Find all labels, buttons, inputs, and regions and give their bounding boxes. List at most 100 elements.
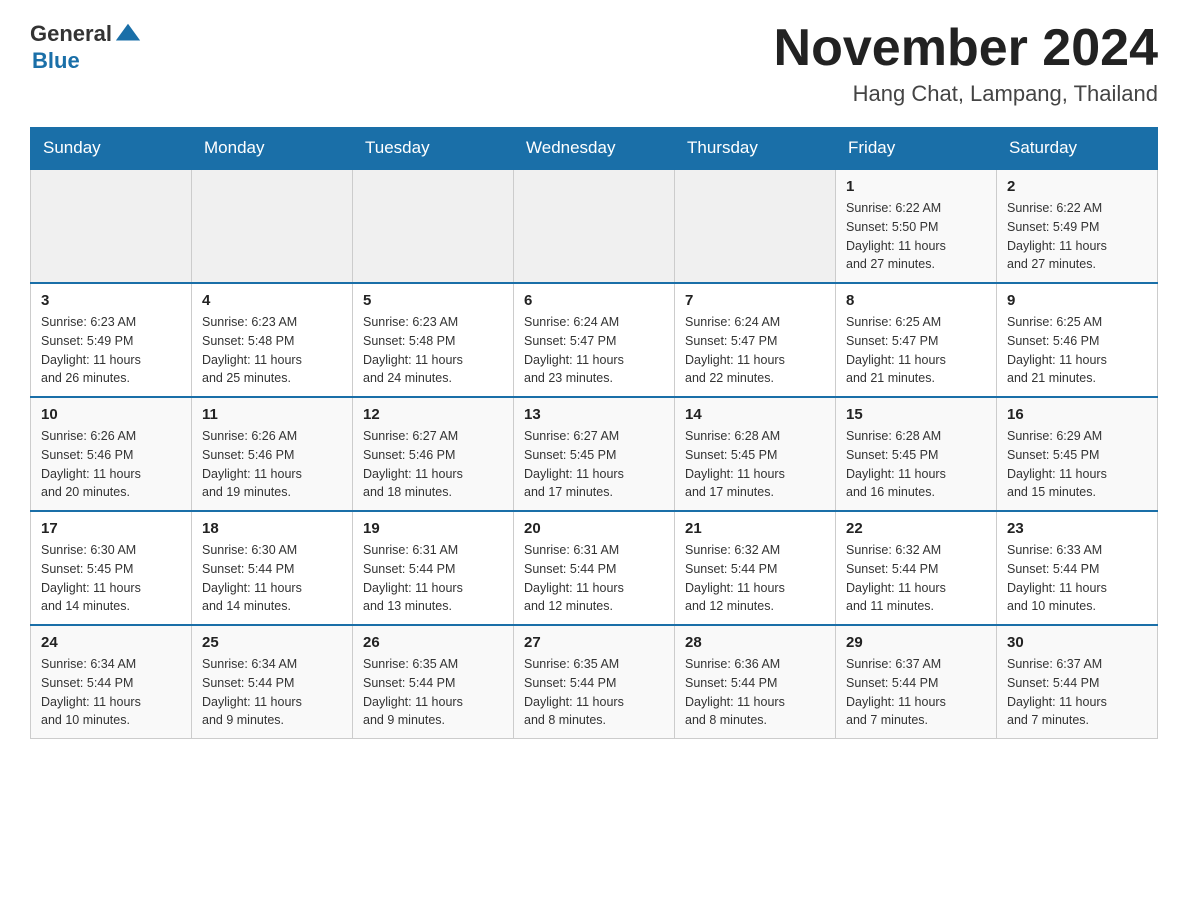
day-number: 17: [41, 520, 181, 537]
day-info: Sunrise: 6:25 AMSunset: 5:47 PMDaylight:…: [846, 313, 986, 388]
logo: General Blue: [30, 20, 144, 74]
week-row-3: 10 Sunrise: 6:26 AMSunset: 5:46 PMDayligh…: [31, 397, 1158, 511]
day-number: 16: [1007, 406, 1147, 423]
day-number: 14: [685, 406, 825, 423]
day-number: 12: [363, 406, 503, 423]
day-info: Sunrise: 6:22 AMSunset: 5:49 PMDaylight:…: [1007, 199, 1147, 274]
calendar-cell: [192, 169, 353, 283]
calendar-cell: 3 Sunrise: 6:23 AMSunset: 5:49 PMDaylight…: [31, 283, 192, 397]
day-info: Sunrise: 6:30 AMSunset: 5:45 PMDaylight:…: [41, 541, 181, 616]
location-title: Hang Chat, Lampang, Thailand: [774, 81, 1158, 107]
day-number: 9: [1007, 292, 1147, 309]
day-info: Sunrise: 6:37 AMSunset: 5:44 PMDaylight:…: [846, 655, 986, 730]
day-number: 3: [41, 292, 181, 309]
calendar-cell: 28Sunrise: 6:36 AMSunset: 5:44 PMDayligh…: [675, 625, 836, 739]
calendar-cell: 26 Sunrise: 6:35 AMSunset: 5:44 PMDayligh…: [353, 625, 514, 739]
calendar-cell: 23Sunrise: 6:33 AMSunset: 5:44 PMDayligh…: [997, 511, 1158, 625]
calendar-cell: 16 Sunrise: 6:29 AMSunset: 5:45 PMDayligh…: [997, 397, 1158, 511]
day-number: 30: [1007, 634, 1147, 651]
calendar-cell: [514, 169, 675, 283]
calendar-cell: 30 Sunrise: 6:37 AMSunset: 5:44 PMDayligh…: [997, 625, 1158, 739]
calendar-cell: [353, 169, 514, 283]
weekday-header-wednesday: Wednesday: [514, 128, 675, 170]
day-number: 15: [846, 406, 986, 423]
day-number: 1: [846, 178, 986, 195]
weekday-header-sunday: Sunday: [31, 128, 192, 170]
calendar-cell: [675, 169, 836, 283]
month-title: November 2024: [774, 20, 1158, 77]
day-number: 24: [41, 634, 181, 651]
day-info: Sunrise: 6:36 AMSunset: 5:44 PMDaylight:…: [685, 655, 825, 730]
day-info: Sunrise: 6:23 AMSunset: 5:48 PMDaylight:…: [202, 313, 342, 388]
day-number: 10: [41, 406, 181, 423]
calendar-cell: 1 Sunrise: 6:22 AMSunset: 5:50 PMDaylight…: [836, 169, 997, 283]
day-info: Sunrise: 6:27 AMSunset: 5:46 PMDaylight:…: [363, 427, 503, 502]
day-info: Sunrise: 6:28 AMSunset: 5:45 PMDaylight:…: [846, 427, 986, 502]
day-number: 20: [524, 520, 664, 537]
day-number: 8: [846, 292, 986, 309]
week-row-4: 17 Sunrise: 6:30 AMSunset: 5:45 PMDayligh…: [31, 511, 1158, 625]
day-number: 6: [524, 292, 664, 309]
day-number: 4: [202, 292, 342, 309]
logo-general-text: General: [30, 21, 112, 47]
day-info: Sunrise: 6:28 AMSunset: 5:45 PMDaylight:…: [685, 427, 825, 502]
calendar-cell: 7 Sunrise: 6:24 AMSunset: 5:47 PMDaylight…: [675, 283, 836, 397]
day-info: Sunrise: 6:24 AMSunset: 5:47 PMDaylight:…: [524, 313, 664, 388]
page-header: General Blue November 2024 Hang Chat, La…: [30, 20, 1158, 107]
day-number: 13: [524, 406, 664, 423]
calendar-cell: 22Sunrise: 6:32 AMSunset: 5:44 PMDayligh…: [836, 511, 997, 625]
day-number: 5: [363, 292, 503, 309]
weekday-header-saturday: Saturday: [997, 128, 1158, 170]
calendar-cell: 5Sunrise: 6:23 AMSunset: 5:48 PMDaylight…: [353, 283, 514, 397]
day-number: 2: [1007, 178, 1147, 195]
day-info: Sunrise: 6:24 AMSunset: 5:47 PMDaylight:…: [685, 313, 825, 388]
calendar-cell: 29 Sunrise: 6:37 AMSunset: 5:44 PMDayligh…: [836, 625, 997, 739]
week-row-5: 24 Sunrise: 6:34 AMSunset: 5:44 PMDayligh…: [31, 625, 1158, 739]
day-number: 21: [685, 520, 825, 537]
calendar-table: SundayMondayTuesdayWednesdayThursdayFrid…: [30, 127, 1158, 739]
week-row-2: 3 Sunrise: 6:23 AMSunset: 5:49 PMDaylight…: [31, 283, 1158, 397]
day-number: 23: [1007, 520, 1147, 537]
calendar-cell: 27Sunrise: 6:35 AMSunset: 5:44 PMDayligh…: [514, 625, 675, 739]
day-info: Sunrise: 6:34 AMSunset: 5:44 PMDaylight:…: [202, 655, 342, 730]
calendar-cell: 11 Sunrise: 6:26 AMSunset: 5:46 PMDayligh…: [192, 397, 353, 511]
day-info: Sunrise: 6:30 AMSunset: 5:44 PMDaylight:…: [202, 541, 342, 616]
weekday-header-tuesday: Tuesday: [353, 128, 514, 170]
calendar-cell: 13 Sunrise: 6:27 AMSunset: 5:45 PMDayligh…: [514, 397, 675, 511]
day-info: Sunrise: 6:34 AMSunset: 5:44 PMDaylight:…: [41, 655, 181, 730]
day-number: 19: [363, 520, 503, 537]
calendar-cell: 4 Sunrise: 6:23 AMSunset: 5:48 PMDaylight…: [192, 283, 353, 397]
day-info: Sunrise: 6:22 AMSunset: 5:50 PMDaylight:…: [846, 199, 986, 274]
day-info: Sunrise: 6:31 AMSunset: 5:44 PMDaylight:…: [524, 541, 664, 616]
day-number: 18: [202, 520, 342, 537]
calendar-cell: 10 Sunrise: 6:26 AMSunset: 5:46 PMDayligh…: [31, 397, 192, 511]
day-info: Sunrise: 6:32 AMSunset: 5:44 PMDaylight:…: [685, 541, 825, 616]
day-number: 7: [685, 292, 825, 309]
day-number: 26: [363, 634, 503, 651]
day-info: Sunrise: 6:23 AMSunset: 5:49 PMDaylight:…: [41, 313, 181, 388]
day-info: Sunrise: 6:31 AMSunset: 5:44 PMDaylight:…: [363, 541, 503, 616]
day-info: Sunrise: 6:25 AMSunset: 5:46 PMDaylight:…: [1007, 313, 1147, 388]
day-number: 11: [202, 406, 342, 423]
weekday-header-thursday: Thursday: [675, 128, 836, 170]
day-info: Sunrise: 6:27 AMSunset: 5:45 PMDaylight:…: [524, 427, 664, 502]
title-block: November 2024 Hang Chat, Lampang, Thaila…: [774, 20, 1158, 107]
calendar-cell: 14 Sunrise: 6:28 AMSunset: 5:45 PMDayligh…: [675, 397, 836, 511]
logo-icon: [114, 20, 142, 48]
day-number: 29: [846, 634, 986, 651]
day-info: Sunrise: 6:35 AMSunset: 5:44 PMDaylight:…: [363, 655, 503, 730]
calendar-cell: 17 Sunrise: 6:30 AMSunset: 5:45 PMDayligh…: [31, 511, 192, 625]
day-info: Sunrise: 6:29 AMSunset: 5:45 PMDaylight:…: [1007, 427, 1147, 502]
day-info: Sunrise: 6:26 AMSunset: 5:46 PMDaylight:…: [41, 427, 181, 502]
weekday-header-monday: Monday: [192, 128, 353, 170]
day-info: Sunrise: 6:37 AMSunset: 5:44 PMDaylight:…: [1007, 655, 1147, 730]
calendar-cell: 25 Sunrise: 6:34 AMSunset: 5:44 PMDayligh…: [192, 625, 353, 739]
calendar-cell: 9 Sunrise: 6:25 AMSunset: 5:46 PMDaylight…: [997, 283, 1158, 397]
weekday-header-friday: Friday: [836, 128, 997, 170]
calendar-cell: 6 Sunrise: 6:24 AMSunset: 5:47 PMDaylight…: [514, 283, 675, 397]
week-row-1: 1 Sunrise: 6:22 AMSunset: 5:50 PMDaylight…: [31, 169, 1158, 283]
day-number: 25: [202, 634, 342, 651]
day-info: Sunrise: 6:26 AMSunset: 5:46 PMDaylight:…: [202, 427, 342, 502]
calendar-cell: [31, 169, 192, 283]
calendar-cell: 8 Sunrise: 6:25 AMSunset: 5:47 PMDaylight…: [836, 283, 997, 397]
